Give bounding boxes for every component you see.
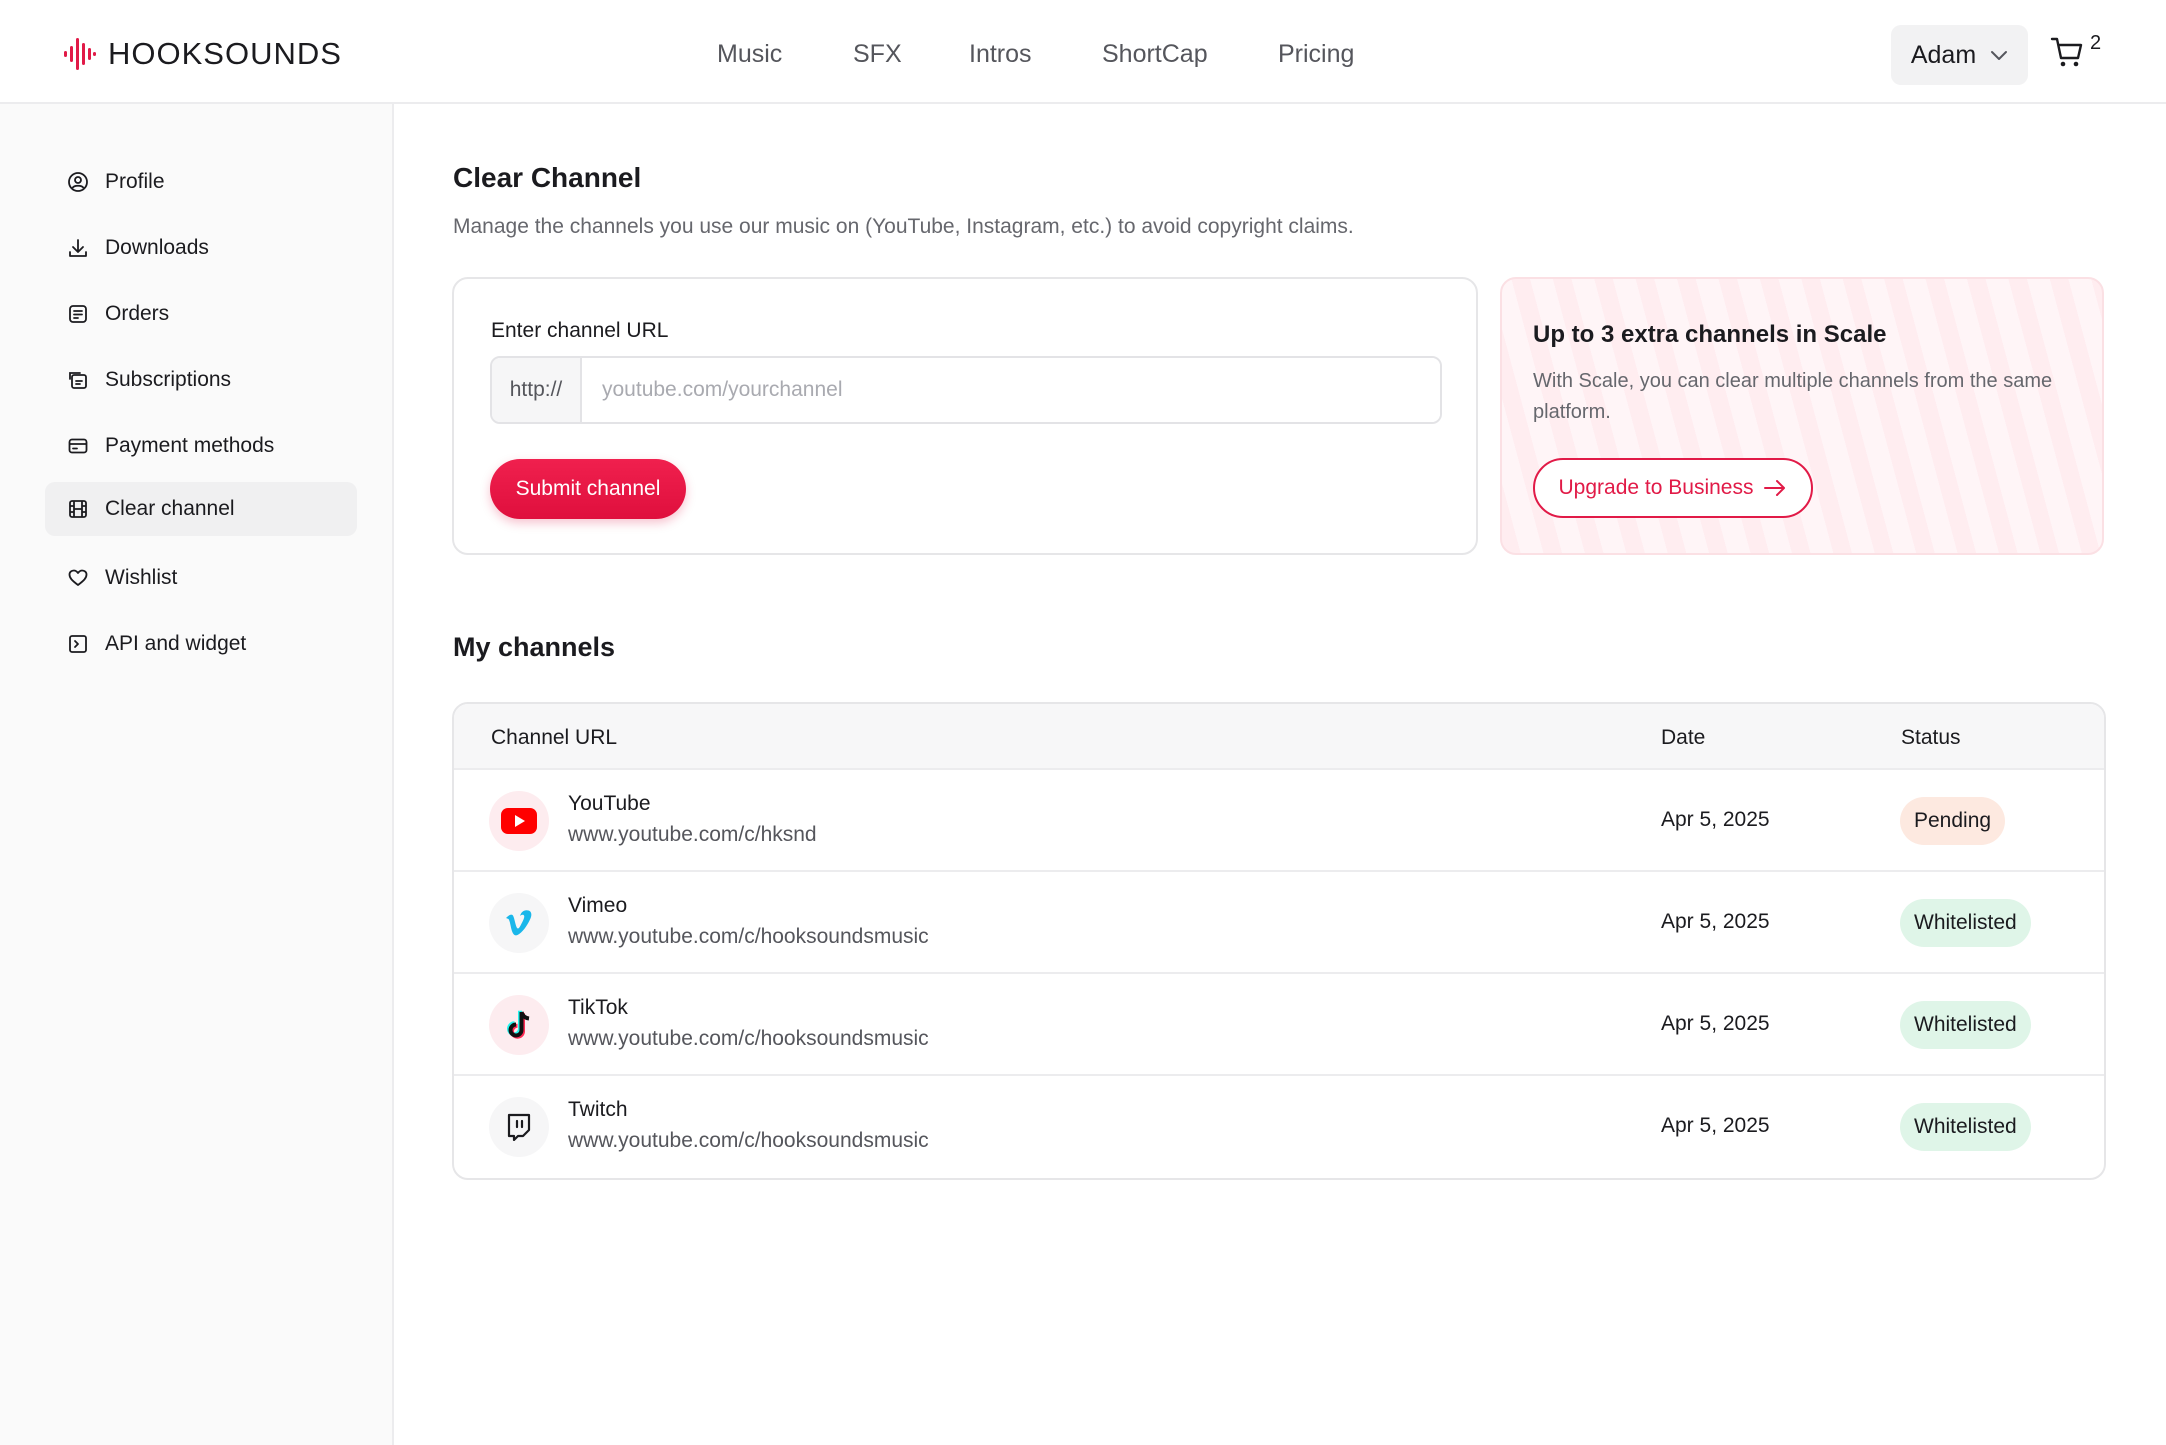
- channels-table: Channel URL Date Status YouTube www.yout…: [452, 702, 2106, 1180]
- upgrade-to-business-button[interactable]: Upgrade to Business: [1533, 458, 1813, 518]
- cart-icon: [2050, 37, 2083, 67]
- brand-name: HOOKSOUNDS: [108, 36, 342, 71]
- sidebar-item-clear-channel[interactable]: Clear channel: [45, 482, 357, 536]
- channel-date: Apr 5, 2025: [1661, 1114, 1770, 1137]
- sidebar-item-label: Clear channel: [105, 497, 235, 520]
- heart-icon: [68, 569, 88, 586]
- sidebar-item-subscriptions[interactable]: Subscriptions: [45, 353, 357, 407]
- table-row: Twitch www.youtube.com/c/hooksoundsmusic…: [454, 1076, 2104, 1178]
- channel-date: Apr 5, 2025: [1661, 808, 1770, 831]
- sidebar-item-label: Profile: [105, 170, 165, 193]
- sidebar-item-profile[interactable]: Profile: [45, 155, 357, 209]
- sidebar-item-label: API and widget: [105, 632, 247, 655]
- channel-url: www.youtube.com/c/hooksoundsmusic: [568, 1129, 929, 1152]
- chevron-down-icon: [1991, 51, 2008, 60]
- channel-url-input[interactable]: [582, 358, 1440, 422]
- soundwave-logo-icon: [64, 38, 96, 70]
- terminal-icon: [69, 635, 87, 653]
- channel-platform: TikTok: [568, 996, 628, 1019]
- page-title: Clear Channel: [453, 162, 642, 193]
- channel-url: www.youtube.com/c/hooksoundsmusic: [568, 1027, 929, 1050]
- table-row: YouTube www.youtube.com/c/hksnd Apr 5, 2…: [454, 770, 2104, 872]
- table-header: Channel URL Date Status: [454, 704, 2104, 770]
- credit-card-icon: [68, 438, 88, 454]
- receipt-icon: [69, 305, 87, 323]
- top-header: HOOKSOUNDS Music SFX Intros ShortCap Pri…: [0, 0, 2166, 104]
- nav-intros[interactable]: Intros: [969, 40, 1032, 69]
- tiktok-icon: [507, 1010, 530, 1039]
- channel-date: Apr 5, 2025: [1661, 1012, 1770, 1035]
- download-icon: [69, 239, 87, 257]
- channel-url: www.youtube.com/c/hooksoundsmusic: [568, 925, 929, 948]
- channel-platform: Vimeo: [568, 894, 628, 917]
- table-row: Vimeo www.youtube.com/c/hooksoundsmusic …: [454, 872, 2104, 974]
- sidebar-item-label: Orders: [105, 302, 170, 325]
- sidebar-item-payment-methods[interactable]: Payment methods: [45, 419, 357, 473]
- channel-url-label: Enter channel URL: [491, 319, 669, 342]
- film-icon: [69, 500, 87, 518]
- platform-icon-badge: [489, 791, 549, 851]
- status-badge: Whitelisted: [1900, 1103, 2031, 1151]
- user-circle-icon: [68, 172, 88, 192]
- upgrade-button-label: Upgrade to Business: [1558, 476, 1754, 499]
- sidebar-item-wishlist[interactable]: Wishlist: [45, 551, 357, 605]
- channel-platform: YouTube: [568, 792, 651, 815]
- page-description: Manage the channels you use our music on…: [453, 215, 1354, 238]
- channel-url-field: http://: [490, 356, 1442, 424]
- sidebar-item-label: Downloads: [105, 236, 209, 259]
- cart-button[interactable]: 2: [2050, 32, 2101, 68]
- platform-icon-badge: [489, 1097, 549, 1157]
- status-badge: Whitelisted: [1900, 899, 2031, 947]
- channel-url-card: Enter channel URL http:// Submit channel: [452, 277, 1478, 555]
- platform-icon-badge: [489, 893, 549, 953]
- arrow-right-icon: [1764, 480, 1786, 496]
- upgrade-title: Up to 3 extra channels in Scale: [1533, 321, 1887, 348]
- twitch-icon: [507, 1113, 531, 1141]
- cart-count-badge: 2: [2090, 32, 2102, 54]
- sidebar-item-downloads[interactable]: Downloads: [45, 221, 357, 275]
- brand-logo[interactable]: HOOKSOUNDS: [64, 36, 342, 72]
- user-name: Adam: [1910, 40, 1977, 69]
- channel-platform: Twitch: [568, 1098, 628, 1121]
- column-header-url: Channel URL: [491, 726, 618, 749]
- nav-sfx[interactable]: SFX: [853, 40, 902, 69]
- nav-pricing[interactable]: Pricing: [1278, 40, 1354, 69]
- channel-url: www.youtube.com/c/hksnd: [568, 823, 817, 846]
- column-header-status: Status: [1901, 726, 1961, 749]
- upgrade-description: With Scale, you can clear multiple chann…: [1533, 370, 2053, 423]
- sidebar-item-api-and-widget[interactable]: API and widget: [45, 617, 357, 671]
- url-prefix: http://: [492, 358, 582, 422]
- nav-music[interactable]: Music: [717, 40, 782, 69]
- account-sidebar: Profile Downloads Orders Subscriptions P…: [0, 104, 394, 1445]
- youtube-icon: [501, 808, 537, 834]
- sidebar-item-orders[interactable]: Orders: [45, 287, 357, 341]
- sidebar-item-label: Payment methods: [105, 434, 275, 457]
- sidebar-item-label: Wishlist: [105, 566, 178, 589]
- my-channels-title: My channels: [453, 632, 616, 662]
- submit-channel-button[interactable]: Submit channel: [490, 459, 686, 519]
- sidebar-item-label: Subscriptions: [105, 368, 232, 391]
- refresh-card-icon: [69, 372, 87, 389]
- column-header-date: Date: [1661, 726, 1706, 749]
- upgrade-card: Up to 3 extra channels in Scale With Sca…: [1500, 277, 2104, 555]
- nav-shortcap[interactable]: ShortCap: [1102, 40, 1208, 69]
- user-menu-button[interactable]: Adam: [1891, 25, 2028, 85]
- platform-icon-badge: [489, 995, 549, 1055]
- table-row: TikTok www.youtube.com/c/hooksoundsmusic…: [454, 974, 2104, 1076]
- status-badge: Pending: [1900, 797, 2006, 845]
- channel-date: Apr 5, 2025: [1661, 910, 1770, 933]
- vimeo-icon: [506, 910, 532, 936]
- status-badge: Whitelisted: [1900, 1001, 2031, 1049]
